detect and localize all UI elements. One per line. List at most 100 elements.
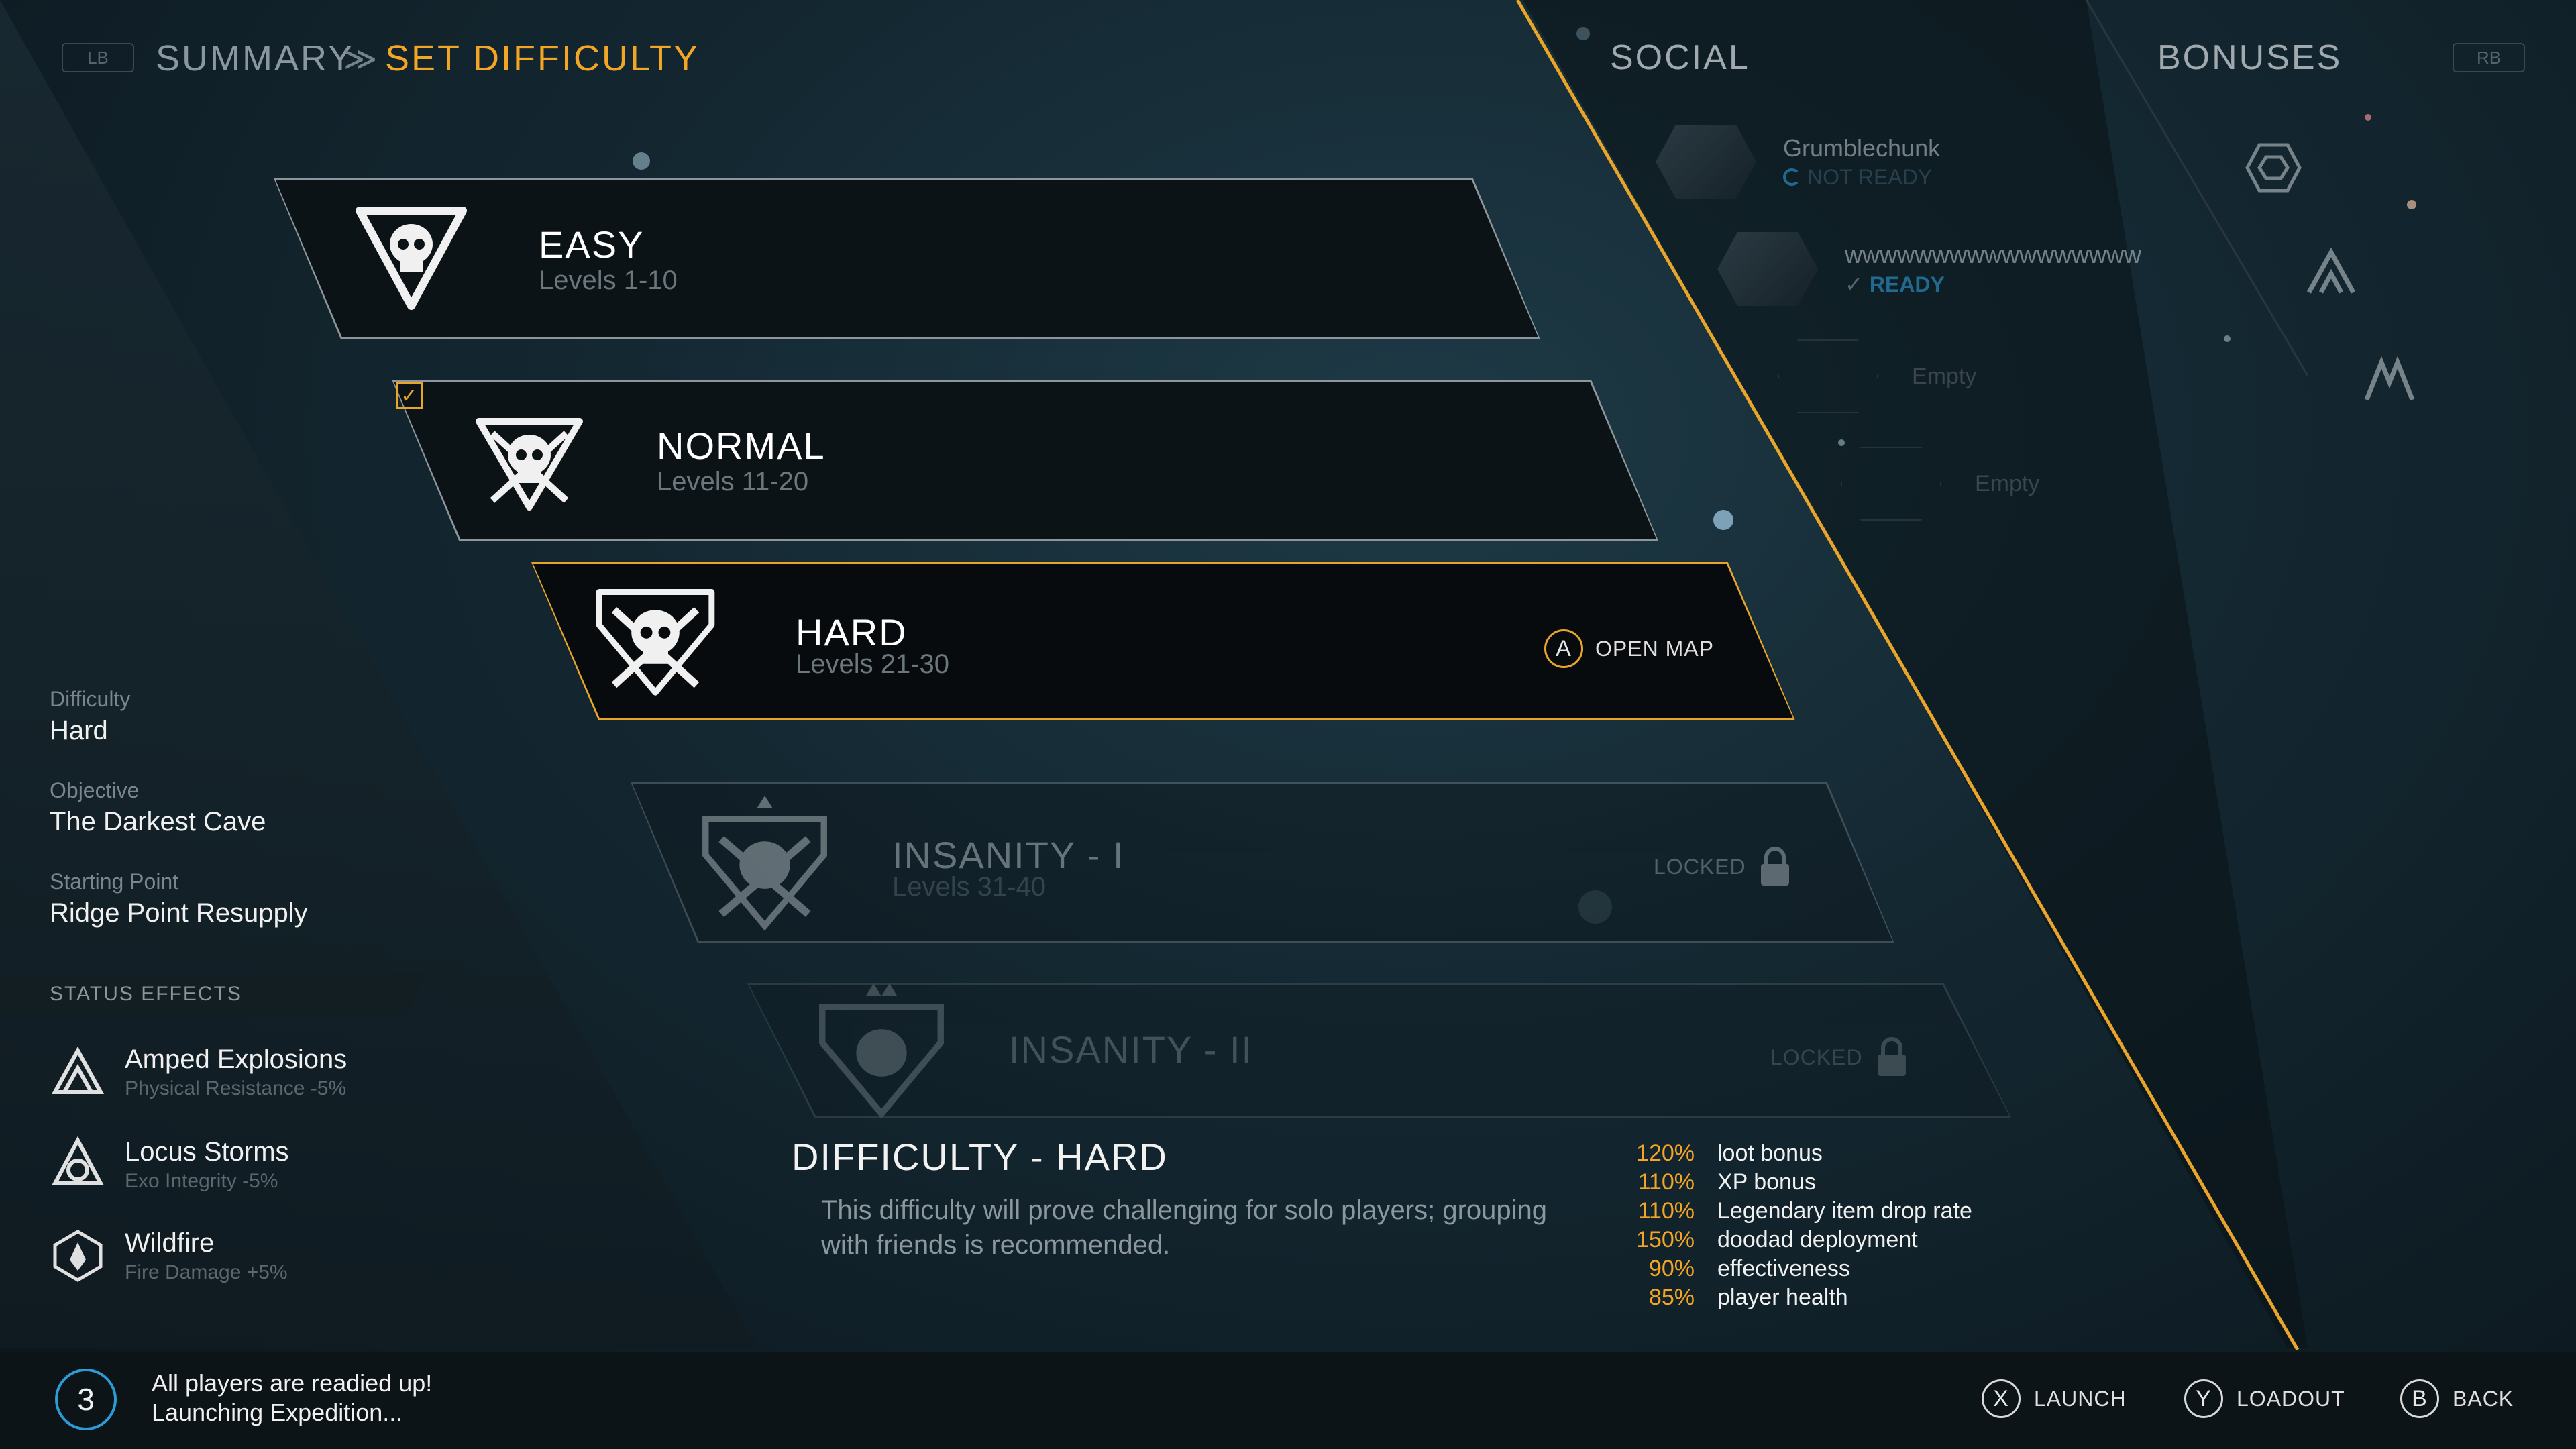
info-difficulty: Difficulty Hard — [50, 687, 130, 746]
locked-label: LOCKED — [1654, 854, 1746, 879]
lock-icon — [1875, 1037, 1909, 1077]
ready-status-line: Launching Expedition... — [152, 1399, 403, 1426]
loadout-button[interactable]: Y LOADOUT — [2184, 1379, 2345, 1418]
stat-value: 85% — [1648, 1285, 1695, 1310]
stat-label: XP bonus — [1717, 1169, 1816, 1195]
difficulty-levels: Levels 21-30 — [796, 649, 950, 679]
avatar — [1656, 125, 1756, 199]
breadcrumb-summary[interactable]: SUMMARY — [156, 38, 354, 79]
back-button[interactable]: B BACK — [2400, 1379, 2514, 1418]
info-starting-point: Starting Point Ridge Point Resupply — [50, 869, 308, 928]
member-status: ✓ READY — [1845, 272, 1945, 297]
stat-row: 150% doodad deployment — [1614, 1226, 1972, 1254]
locus-storms-icon — [52, 1136, 104, 1185]
lb-button[interactable]: LB — [62, 43, 134, 72]
effect-detail: Physical Resistance -5% — [125, 1077, 347, 1099]
member-name: Grumblechunk — [1783, 133, 1941, 162]
bonus-claw-icon[interactable] — [2361, 353, 2419, 407]
locked-label: LOCKED — [1770, 1044, 1863, 1069]
stat-row: 90% effectiveness — [1614, 1254, 1972, 1283]
particle — [2407, 200, 2416, 209]
member-name: wwwwwwwwwwwwwwwww — [1845, 241, 2141, 268]
stat-label: Legendary item drop rate — [1717, 1198, 1972, 1224]
b-button-icon: B — [2400, 1379, 2439, 1418]
stat-value: 90% — [1648, 1256, 1695, 1281]
skull-crossbones-emblem-icon — [592, 580, 719, 700]
difficulty-title: NORMAL — [657, 425, 826, 467]
difficulty-description-title: DIFFICULTY - HARD — [792, 1136, 1168, 1178]
status-effect-item[interactable]: Locus Storms Exo Integrity -5% — [50, 1136, 289, 1193]
y-button-icon: Y — [2184, 1379, 2223, 1418]
tab-bonuses[interactable]: BONUSES — [2157, 38, 2342, 78]
squad-slot-empty[interactable]: Empty — [1841, 447, 2039, 521]
button-label: BACK — [2453, 1386, 2514, 1411]
skull-crossbones-emblem-icon — [814, 983, 949, 1118]
completed-check-icon: ✓ — [396, 382, 423, 409]
stat-label: doodad deployment — [1717, 1227, 1918, 1252]
status-effect-item[interactable]: Wildfire Fire Damage +5% — [50, 1228, 288, 1284]
info-label: Starting Point — [50, 869, 179, 894]
effect-detail: Fire Damage +5% — [125, 1260, 288, 1283]
button-label: LAUNCH — [2034, 1386, 2127, 1411]
wildfire-icon — [53, 1230, 103, 1282]
particle — [2365, 114, 2371, 121]
empty-slot-label: Empty — [1912, 363, 1977, 389]
info-objective: Objective The Darkest Cave — [50, 778, 266, 837]
stat-value: 120% — [1636, 1140, 1695, 1166]
status-effects-header: STATUS EFFECTS — [0, 974, 425, 1014]
stat-value: 110% — [1638, 1198, 1695, 1224]
locked-indicator: LOCKED — [1770, 1037, 1909, 1077]
empty-slot-label: Empty — [1975, 470, 2040, 496]
difficulty-card-insanity-2[interactable]: INSANITY - II LOCKED — [747, 983, 2011, 1118]
effect-name: Amped Explosions — [125, 1044, 347, 1074]
stat-row: 85% player health — [1614, 1283, 1972, 1312]
stat-value: 150% — [1636, 1227, 1695, 1252]
difficulty-card-insanity-1[interactable]: INSANITY - I Levels 31-40 LOCKED — [631, 782, 1894, 943]
loading-spinner-icon — [1783, 168, 1801, 186]
difficulty-card-hard[interactable]: HARD Levels 21-30 A OPEN MAP — [531, 562, 1795, 720]
difficulty-levels: Levels 31-40 — [892, 872, 1046, 902]
effect-detail: Exo Integrity -5% — [125, 1169, 278, 1192]
stat-row: 110% Legendary item drop rate — [1614, 1197, 1972, 1226]
bonus-chevron-icon[interactable] — [2302, 246, 2360, 299]
tab-social[interactable]: SOCIAL — [1610, 38, 1750, 78]
difficulty-stats-list: 120% loot bonus 110% XP bonus 110% Legendar… — [1614, 1139, 1972, 1312]
difficulty-card-easy[interactable]: EASY Levels 1-10 — [274, 178, 1540, 339]
squad-member[interactable]: wwwwwwwwwwwwwwwww ✓ READY — [1717, 232, 2141, 306]
info-label: Objective — [50, 778, 140, 802]
breadcrumb-separator-icon: ≫ — [343, 42, 378, 77]
skull-crossbones-emblem-icon — [472, 407, 586, 514]
open-map-button[interactable]: A OPEN MAP — [1544, 629, 1714, 668]
info-value: The Darkest Cave — [50, 807, 266, 837]
avatar — [1717, 232, 1818, 306]
stat-label: player health — [1717, 1285, 1848, 1310]
squad-slot-empty[interactable]: Empty — [1778, 339, 1976, 413]
avatar-placeholder — [1841, 447, 1941, 521]
effect-name: Locus Storms — [125, 1136, 289, 1167]
difficulty-levels: Levels 1-10 — [539, 266, 678, 295]
difficulty-title: EASY — [539, 223, 645, 266]
difficulty-title: INSANITY - I — [892, 834, 1125, 876]
stat-label: loot bonus — [1717, 1140, 1823, 1166]
stat-row: 110% XP bonus — [1614, 1168, 1972, 1197]
stat-value: 110% — [1638, 1169, 1695, 1195]
info-label: Difficulty — [50, 687, 131, 711]
ready-status-line: All players are readied up! — [152, 1369, 433, 1397]
particle — [633, 152, 650, 170]
difficulty-title: INSANITY - II — [1009, 1028, 1254, 1071]
rb-button[interactable]: RB — [2453, 43, 2525, 72]
info-value: Hard — [50, 716, 108, 745]
squad-member[interactable]: Grumblechunk NOT READY — [1656, 125, 1940, 199]
difficulty-title: HARD — [796, 611, 908, 653]
x-button-icon: X — [1982, 1379, 2021, 1418]
launch-button[interactable]: X LAUNCH — [1982, 1379, 2127, 1418]
breadcrumb-set-difficulty: SET DIFFICULTY — [385, 38, 700, 78]
particle — [2224, 335, 2231, 342]
difficulty-description-body: This difficulty will prove challenging f… — [821, 1195, 1548, 1260]
skull-emblem-icon — [354, 205, 468, 313]
effect-name: Wildfire — [125, 1228, 215, 1258]
status-effect-item[interactable]: Amped Explosions Physical Resistance -5% — [50, 1044, 347, 1100]
difficulty-card-normal[interactable]: NORMAL Levels 11-20 — [392, 380, 1658, 541]
bonus-hexagon-icon[interactable] — [2245, 141, 2302, 195]
particle — [1713, 510, 1733, 530]
